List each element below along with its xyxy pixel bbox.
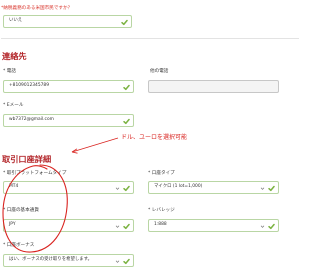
check-icon xyxy=(123,118,130,125)
contact-section-title: 連絡先 xyxy=(2,51,27,61)
annotation-text: ドル、ユーロを選択可能 xyxy=(121,134,188,141)
chevron-down-icon xyxy=(260,224,265,229)
chevron-down-icon xyxy=(115,186,120,191)
email-label: * Eメール xyxy=(3,103,24,108)
check-icon xyxy=(123,258,130,265)
chevron-down-icon xyxy=(115,259,120,264)
us-citizen-label-text: *納税義務のある米国市民ですか？ xyxy=(1,6,73,11)
account-type-select[interactable]: マイクロ (1 lot=1,000) xyxy=(148,181,279,194)
other-phone-input[interactable] xyxy=(148,80,279,93)
check-icon xyxy=(123,84,130,91)
leverage-label: * レバレッジ xyxy=(148,208,175,213)
bonus-value: はい、ボーナスの受け取りを希望します。 xyxy=(9,257,92,263)
phone-label: * 電話 xyxy=(3,69,16,74)
us-citizen-value: いいえ xyxy=(9,18,23,24)
check-icon xyxy=(268,185,275,192)
us-citizen-select[interactable]: いいえ xyxy=(3,15,132,28)
phone-label-text: 電話 xyxy=(6,69,16,74)
check-icon xyxy=(123,185,130,192)
chevron-down-icon xyxy=(260,186,265,191)
phone-value: +8109012345789 xyxy=(9,83,49,89)
leverage-value: 1:888 xyxy=(154,222,167,228)
account-type-label: * 口座タイプ xyxy=(148,171,175,176)
phone-input[interactable]: +8109012345789 xyxy=(3,80,134,93)
leverage-label-text: レバレッジ xyxy=(151,208,175,213)
check-icon xyxy=(268,223,275,230)
check-icon xyxy=(121,19,128,26)
leverage-select[interactable]: 1:888 xyxy=(148,219,279,232)
divider xyxy=(1,38,299,39)
account-type-value: マイクロ (1 lot=1,000) xyxy=(154,184,203,190)
annotation-circle xyxy=(2,164,68,253)
email-label-text: Eメール xyxy=(6,103,24,108)
us-citizen-label: *納税義務のある米国市民ですか？ xyxy=(1,6,73,12)
other-phone-label: 他の電話 xyxy=(150,69,169,74)
email-input[interactable]: wb7372@gmail.com xyxy=(3,114,134,127)
email-value: wb7372@gmail.com xyxy=(9,117,54,123)
check-icon xyxy=(123,223,130,230)
account-type-label-text: 口座タイプ xyxy=(151,171,175,176)
chevron-down-icon xyxy=(115,224,120,229)
